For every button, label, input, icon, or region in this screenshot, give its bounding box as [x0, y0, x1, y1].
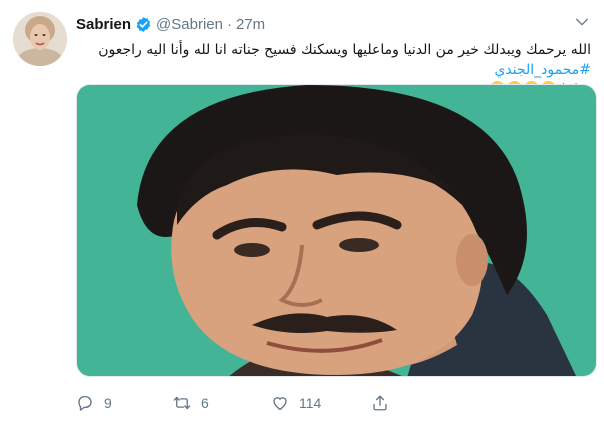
- like-count: 114: [299, 395, 322, 411]
- hashtag-link[interactable]: #محمود_الجندي: [494, 62, 591, 78]
- tweet-timestamp[interactable]: 27m: [236, 16, 265, 33]
- chevron-down-icon[interactable]: [574, 14, 590, 30]
- author-name[interactable]: Sabrien: [76, 16, 131, 33]
- like-button[interactable]: 114: [271, 394, 321, 412]
- tweet-text-line2: #محمود_الجندي: [76, 60, 591, 80]
- reply-button[interactable]: 9: [76, 394, 112, 412]
- avatar-image: [13, 12, 67, 66]
- heart-icon: [273, 397, 287, 411]
- reply-count: 9: [104, 395, 112, 411]
- verified-badge-icon: [136, 16, 151, 32]
- avatar[interactable]: [13, 12, 67, 66]
- tweet-header: Sabrien @Sabrien · 27m: [76, 14, 265, 34]
- retweet-count: 6: [201, 395, 209, 411]
- tweet-photo[interactable]: [76, 84, 597, 377]
- reply-icon: [78, 395, 92, 411]
- author-handle[interactable]: @Sabrien: [156, 16, 223, 33]
- tweet-text-line1: الله يرحمك ويبدلك خير من الدنيا وماعليها…: [98, 42, 591, 58]
- share-icon: [373, 395, 387, 411]
- portrait-photo: [77, 85, 596, 376]
- tweet-actions: 9 6 114: [76, 394, 546, 418]
- separator-dot: ·: [226, 15, 232, 33]
- retweet-button[interactable]: 6: [173, 394, 209, 412]
- share-button[interactable]: [371, 394, 389, 412]
- retweet-icon: [173, 396, 191, 410]
